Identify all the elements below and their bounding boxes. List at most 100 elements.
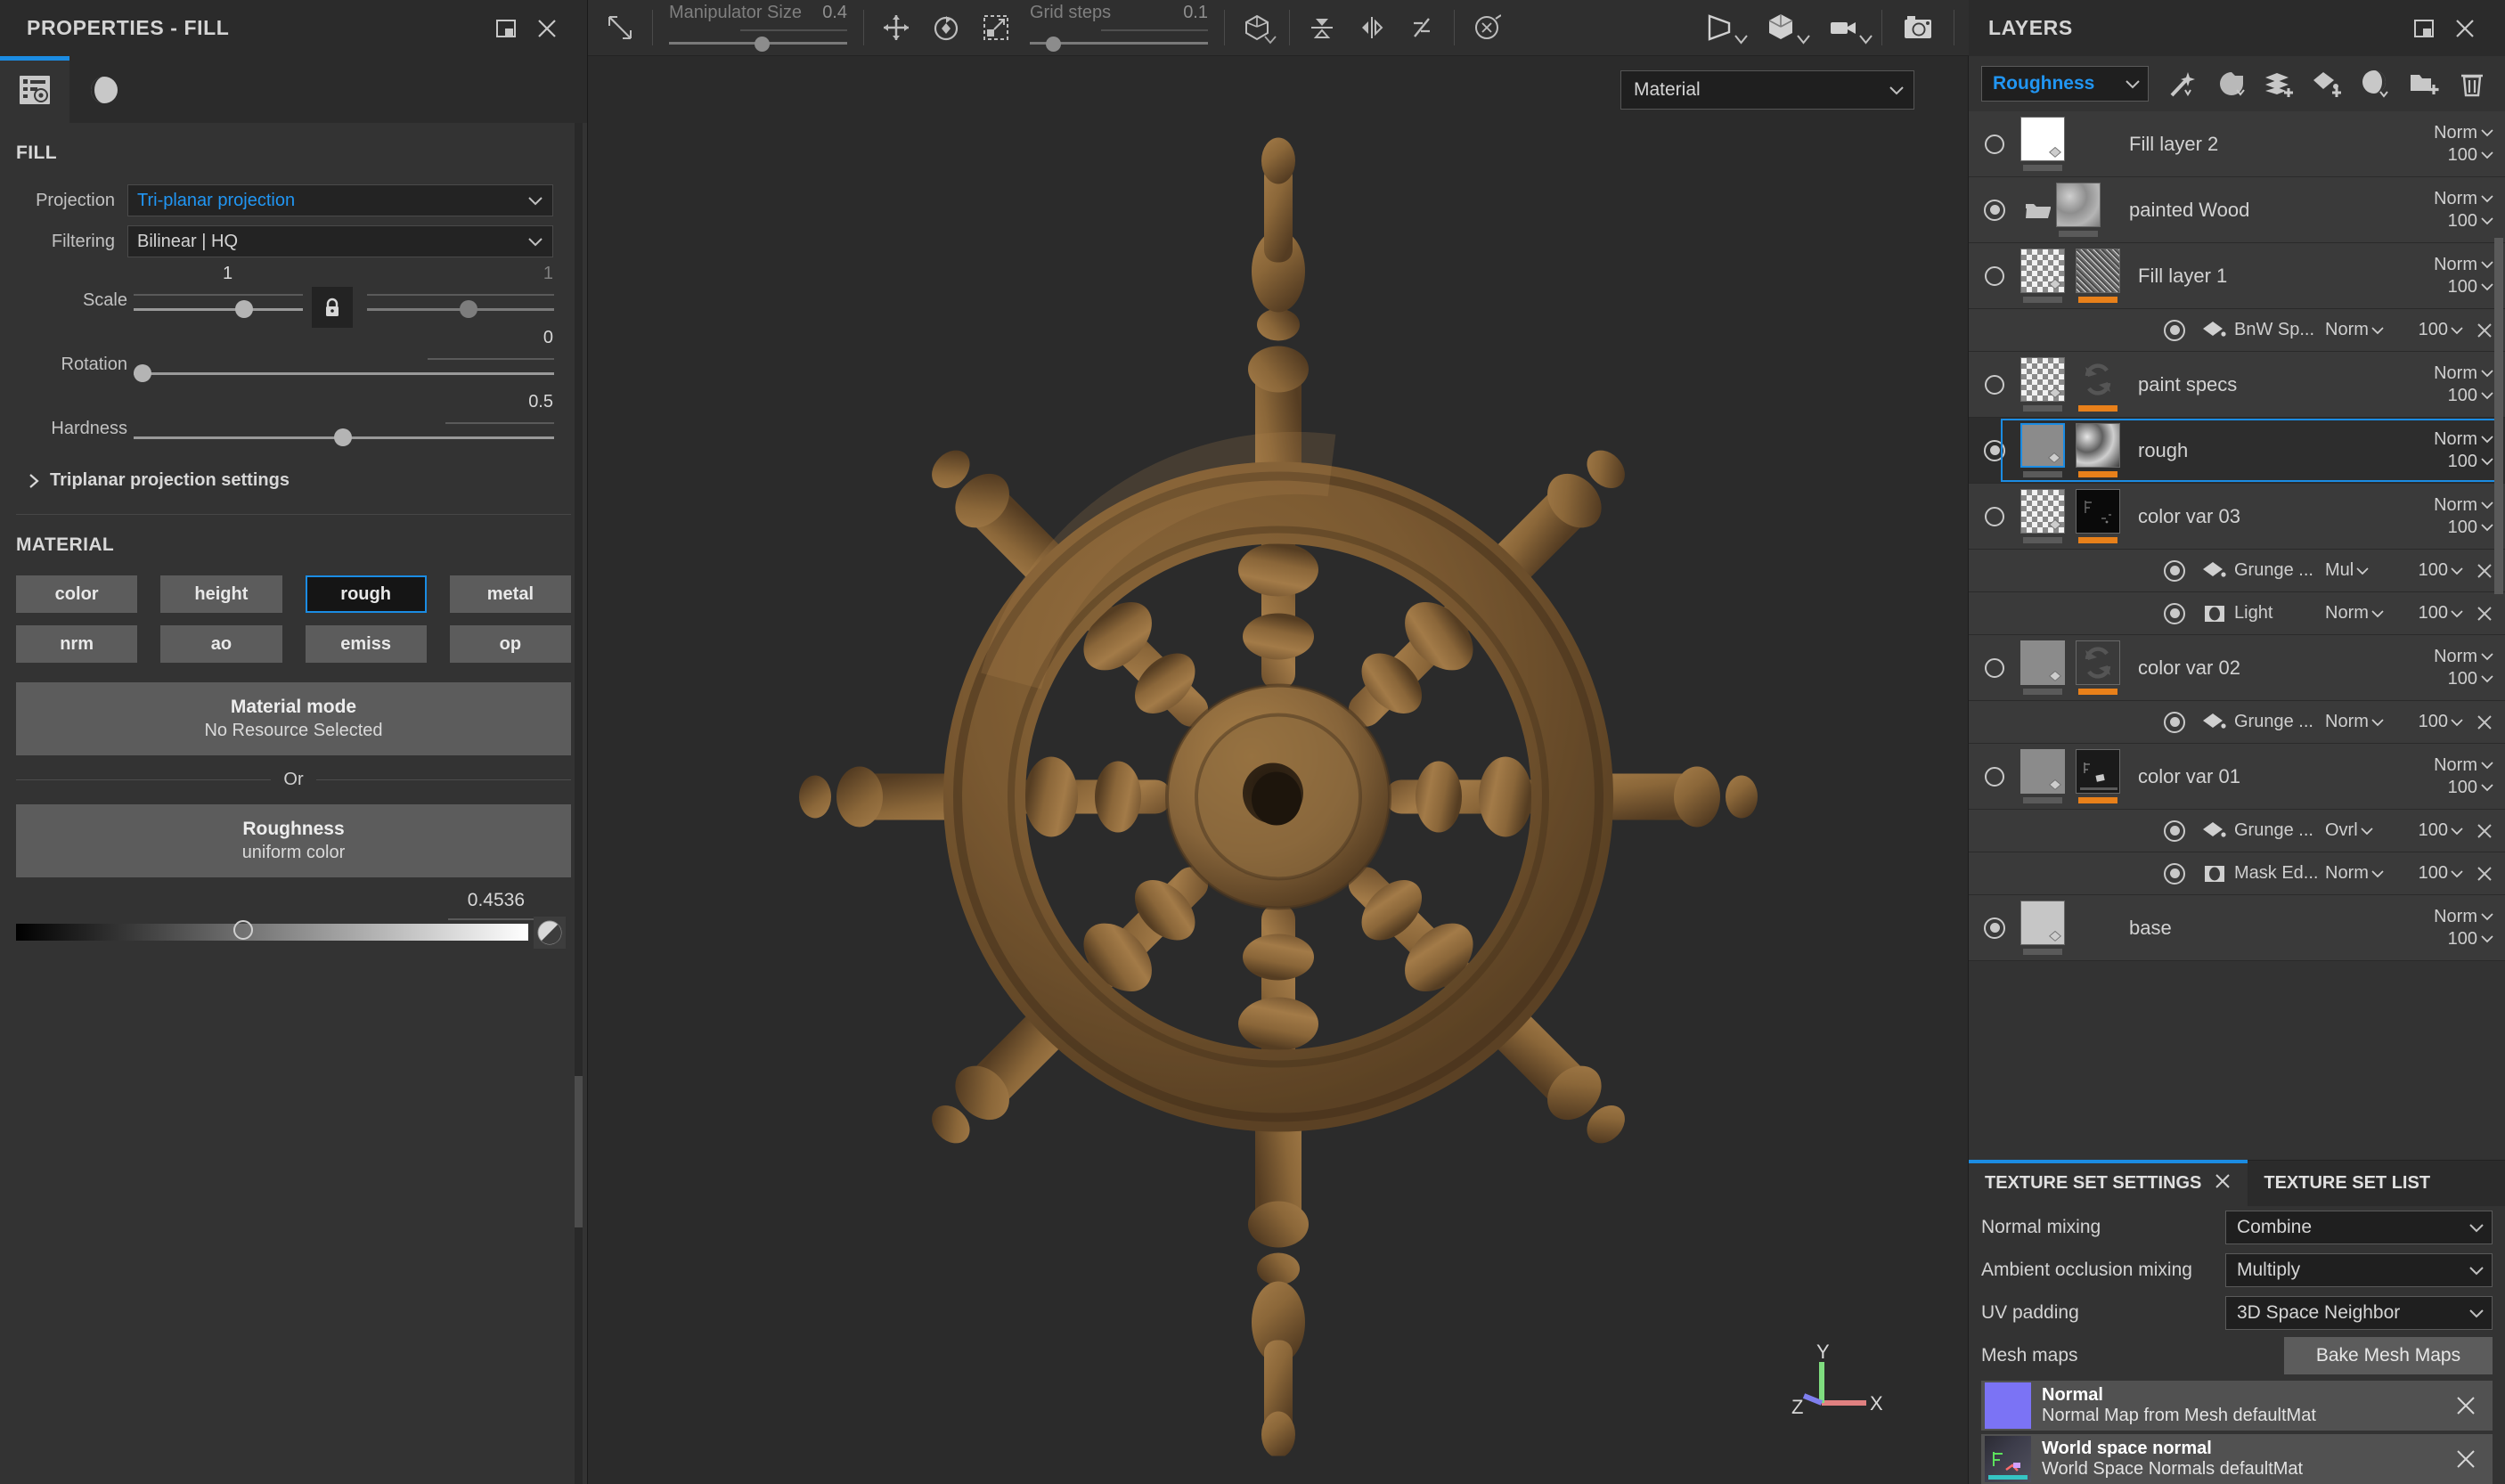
- effect-remove-icon[interactable]: [2464, 865, 2505, 883]
- layer-thumbnail[interactable]: [2020, 901, 2068, 955]
- add-fill-layer-icon[interactable]: [2256, 61, 2304, 106]
- effect-blend-select[interactable]: Norm: [2325, 712, 2402, 732]
- camera-video-icon[interactable]: [1812, 3, 1874, 53]
- layer-mask-thumbnail[interactable]: [2076, 357, 2124, 412]
- effect-visibility-toggle[interactable]: [2154, 560, 2195, 582]
- opacity-select[interactable]: 100: [2448, 277, 2494, 298]
- visibility-toggle[interactable]: [1969, 658, 2020, 678]
- effect-blend-select[interactable]: Mul: [2325, 560, 2402, 581]
- channel-op-button[interactable]: op: [450, 625, 571, 663]
- screenshot-camera-icon[interactable]: [1889, 3, 1946, 53]
- roughness-color-swatch[interactable]: [534, 917, 566, 949]
- manipulator-size-slider[interactable]: Manipulator Size 0.4: [665, 3, 851, 53]
- slash-icon[interactable]: [1397, 3, 1447, 53]
- layer-row[interactable]: Fill layer 1 Norm 100: [1969, 243, 2505, 309]
- opacity-select[interactable]: 100: [2448, 518, 2494, 538]
- visibility-toggle[interactable]: [1969, 266, 2020, 286]
- uv-padding-select[interactable]: 3D Space Neighbor: [2225, 1296, 2493, 1330]
- effect-visibility-toggle[interactable]: [2154, 320, 2195, 341]
- opacity-select[interactable]: 100: [2448, 145, 2494, 166]
- layer-row[interactable]: color var 01 Norm 100: [1969, 744, 2505, 810]
- opacity-select[interactable]: 100: [2448, 452, 2494, 472]
- channel-height-button[interactable]: height: [160, 575, 282, 613]
- effect-opacity-select[interactable]: 100: [2402, 820, 2464, 841]
- effect-opacity-select[interactable]: 100: [2402, 320, 2464, 340]
- channel-rough-button[interactable]: rough: [306, 575, 427, 613]
- visibility-toggle[interactable]: [1969, 375, 2020, 395]
- dock-icon[interactable]: [2403, 8, 2444, 49]
- 3d-viewport[interactable]: Material: [588, 56, 1969, 1484]
- layer-mask-thumbnail[interactable]: [2076, 489, 2124, 543]
- remove-mesh-map-icon[interactable]: [2448, 1395, 2484, 1416]
- scale-icon[interactable]: [971, 3, 1021, 53]
- cube-icon[interactable]: [1232, 3, 1282, 53]
- opacity-select[interactable]: 100: [2448, 669, 2494, 689]
- effect-visibility-toggle[interactable]: [2154, 712, 2195, 733]
- layer-row[interactable]: rough Norm 100: [1969, 418, 2505, 484]
- layer-thumbnail[interactable]: [2020, 489, 2068, 543]
- layer-effect-row[interactable]: Mask Ed... Norm 100: [1969, 852, 2505, 895]
- roughness-gradient-bar[interactable]: [16, 924, 528, 941]
- layer-effect-row[interactable]: Grunge ... Ovrl 100: [1969, 810, 2505, 852]
- rotate-icon[interactable]: [921, 3, 971, 53]
- effect-visibility-toggle[interactable]: [2154, 603, 2195, 624]
- visibility-toggle[interactable]: [1969, 200, 2020, 221]
- layer-row[interactable]: Fill layer 2 Norm 100: [1969, 111, 2505, 177]
- magic-wand-icon[interactable]: [2159, 61, 2207, 106]
- reset-camera-icon[interactable]: [1462, 3, 1512, 53]
- ao-mixing-select[interactable]: Multiply: [2225, 1253, 2493, 1287]
- tab-texture-set-list[interactable]: TEXTURE SET LIST: [2248, 1161, 2446, 1206]
- channel-metal-button[interactable]: metal: [450, 575, 571, 613]
- mesh-map-item[interactable]: World space normal World Space Normals d…: [1981, 1434, 2493, 1484]
- channel-emiss-button[interactable]: emiss: [306, 625, 427, 663]
- blend-mode-select[interactable]: Norm: [2434, 907, 2494, 927]
- layer-thumbnail[interactable]: [2020, 249, 2068, 303]
- close-icon[interactable]: [526, 8, 567, 49]
- manipulator-knob[interactable]: [755, 37, 770, 52]
- triplanar-settings-toggle[interactable]: Triplanar projection settings: [0, 456, 587, 509]
- effect-remove-icon[interactable]: [2464, 605, 2505, 623]
- effect-opacity-select[interactable]: 100: [2402, 712, 2464, 732]
- blend-mode-select[interactable]: Norm: [2434, 123, 2494, 143]
- layer-row[interactable]: color var 02 Norm 100: [1969, 635, 2505, 701]
- layer-mask-thumbnail[interactable]: [2076, 640, 2124, 695]
- blend-mode-select[interactable]: Norm: [2434, 495, 2494, 516]
- effect-blend-select[interactable]: Norm: [2325, 603, 2402, 624]
- projection-select[interactable]: Tri-planar projection: [127, 184, 553, 216]
- delete-icon[interactable]: [2448, 61, 2496, 106]
- layer-thumbnail[interactable]: [2020, 640, 2068, 695]
- visibility-toggle[interactable]: [1969, 767, 2020, 787]
- visibility-toggle[interactable]: [1969, 507, 2020, 526]
- layer-mask-thumbnail[interactable]: [2076, 249, 2124, 303]
- layer-effect-row[interactable]: BnW Sp... Norm 100: [1969, 309, 2505, 352]
- effect-remove-icon[interactable]: [2464, 713, 2505, 731]
- channel-color-button[interactable]: color: [16, 575, 137, 613]
- grid-knob[interactable]: [1046, 37, 1061, 52]
- effect-visibility-toggle[interactable]: [2154, 820, 2195, 842]
- scale-v-knob[interactable]: [460, 300, 477, 318]
- channel-select[interactable]: Roughness: [1981, 66, 2149, 102]
- layer-thumbnail[interactable]: [2020, 423, 2068, 477]
- blend-mode-select[interactable]: Norm: [2434, 755, 2494, 776]
- grid-steps-slider[interactable]: Grid steps 0.1: [1026, 3, 1212, 53]
- remove-mesh-map-icon[interactable]: [2448, 1448, 2484, 1470]
- layers-scrollbar-thumb[interactable]: [2494, 238, 2503, 594]
- layer-effect-row[interactable]: Light Norm 100: [1969, 592, 2505, 635]
- layer-thumbnail[interactable]: [2056, 183, 2104, 237]
- effect-visibility-toggle[interactable]: [2154, 863, 2195, 885]
- tab-shader[interactable]: [69, 61, 139, 123]
- blend-mode-select[interactable]: Norm: [2434, 189, 2494, 209]
- effect-remove-icon[interactable]: [2464, 822, 2505, 840]
- effect-opacity-select[interactable]: 100: [2402, 560, 2464, 581]
- layer-row[interactable]: paint specs Norm 100: [1969, 352, 2505, 418]
- blend-mode-select[interactable]: Norm: [2434, 255, 2494, 275]
- bake-mesh-maps-button[interactable]: Bake Mesh Maps: [2284, 1337, 2493, 1374]
- effect-blend-select[interactable]: Norm: [2325, 863, 2402, 884]
- properties-scrollbar-thumb[interactable]: [575, 1076, 583, 1227]
- mesh-map-item[interactable]: Normal Normal Map from Mesh defaultMat: [1981, 1381, 2493, 1431]
- rotation-knob[interactable]: [134, 364, 151, 382]
- scale-u-track[interactable]: [134, 308, 303, 311]
- symmetry-vertical-icon[interactable]: [1297, 3, 1347, 53]
- close-icon[interactable]: [2444, 8, 2485, 49]
- filtering-select[interactable]: Bilinear | HQ: [127, 225, 553, 257]
